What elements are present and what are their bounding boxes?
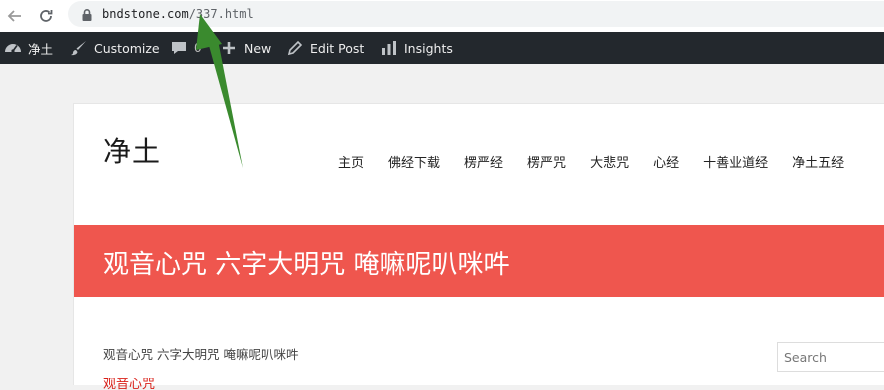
post-title-banner: 观音心咒 六字大明咒 唵嘛呢叭咪吽 — [74, 225, 884, 297]
nav-item-shurangama-mantra[interactable]: 楞严咒 — [527, 152, 566, 172]
nav-item-heart-sutra[interactable]: 心经 — [653, 152, 679, 172]
post-content-link[interactable]: 观音心咒 — [103, 378, 173, 390]
admin-comments[interactable]: 0 — [170, 32, 202, 64]
admin-new-label: New — [244, 40, 272, 56]
admin-customize-label: Customize — [94, 40, 160, 56]
nav-item-shurangama-sutra[interactable]: 楞严经 — [464, 152, 503, 172]
url-path: /337.html — [188, 7, 254, 21]
nav-item-pure-land-five-sutras[interactable]: 净土五经 — [792, 152, 844, 172]
nav-item-ten-good-deeds-sutra[interactable]: 十善业道经 — [703, 152, 768, 172]
url-text: bndstone.com/337.html — [102, 7, 254, 21]
page-content: 净土 主页 佛经下载 楞严经 楞严咒 大悲咒 心经 十善业道经 净土五经 观音心… — [73, 103, 884, 390]
admin-edit-post[interactable]: Edit Post — [286, 32, 364, 64]
post-title: 观音心咒 六字大明咒 唵嘛呢叭咪吽 — [103, 250, 510, 280]
brush-icon — [70, 39, 88, 57]
back-arrow-icon[interactable] — [4, 5, 26, 27]
url-domain: bndstone.com — [102, 7, 189, 21]
admin-site-name[interactable]: 净土 — [4, 32, 53, 64]
main-navigation: 主页 佛经下载 楞严经 楞严咒 大悲咒 心经 十善业道经 净土五经 — [338, 152, 868, 172]
wp-admin-bar: 净土 Customize 0 New Edit Post Insights — [0, 32, 884, 64]
admin-insights-label: Insights — [404, 40, 453, 56]
admin-edit-post-label: Edit Post — [310, 40, 365, 56]
pencil-icon — [286, 39, 304, 57]
search-input[interactable]: Search — [777, 342, 884, 372]
bar-chart-icon — [380, 39, 398, 57]
admin-new[interactable]: New — [220, 32, 271, 64]
reload-icon[interactable] — [35, 5, 57, 27]
dashboard-icon — [4, 39, 22, 57]
comments-count: 0 — [194, 41, 202, 55]
admin-customize[interactable]: Customize — [70, 32, 160, 64]
nav-item-sutra-downloads[interactable]: 佛经下载 — [388, 152, 440, 172]
admin-site-label: 净土 — [28, 41, 54, 57]
address-bar[interactable]: bndstone.com/337.html — [68, 1, 884, 27]
post-content-link-text: 观音心咒 — [103, 378, 156, 390]
plus-icon — [220, 39, 238, 57]
browser-toolbar: bndstone.com/337.html — [0, 0, 884, 32]
nav-item-home[interactable]: 主页 — [338, 152, 364, 172]
lock-icon[interactable] — [80, 7, 94, 21]
site-title[interactable]: 净土 — [103, 130, 161, 170]
admin-insights[interactable]: Insights — [380, 32, 453, 64]
nav-item-great-compassion-mantra[interactable]: 大悲咒 — [590, 152, 629, 172]
comment-icon — [170, 39, 188, 57]
post-breadcrumb: 观音心咒 六字大明咒 唵嘛呢叭咪吽 — [103, 347, 299, 362]
